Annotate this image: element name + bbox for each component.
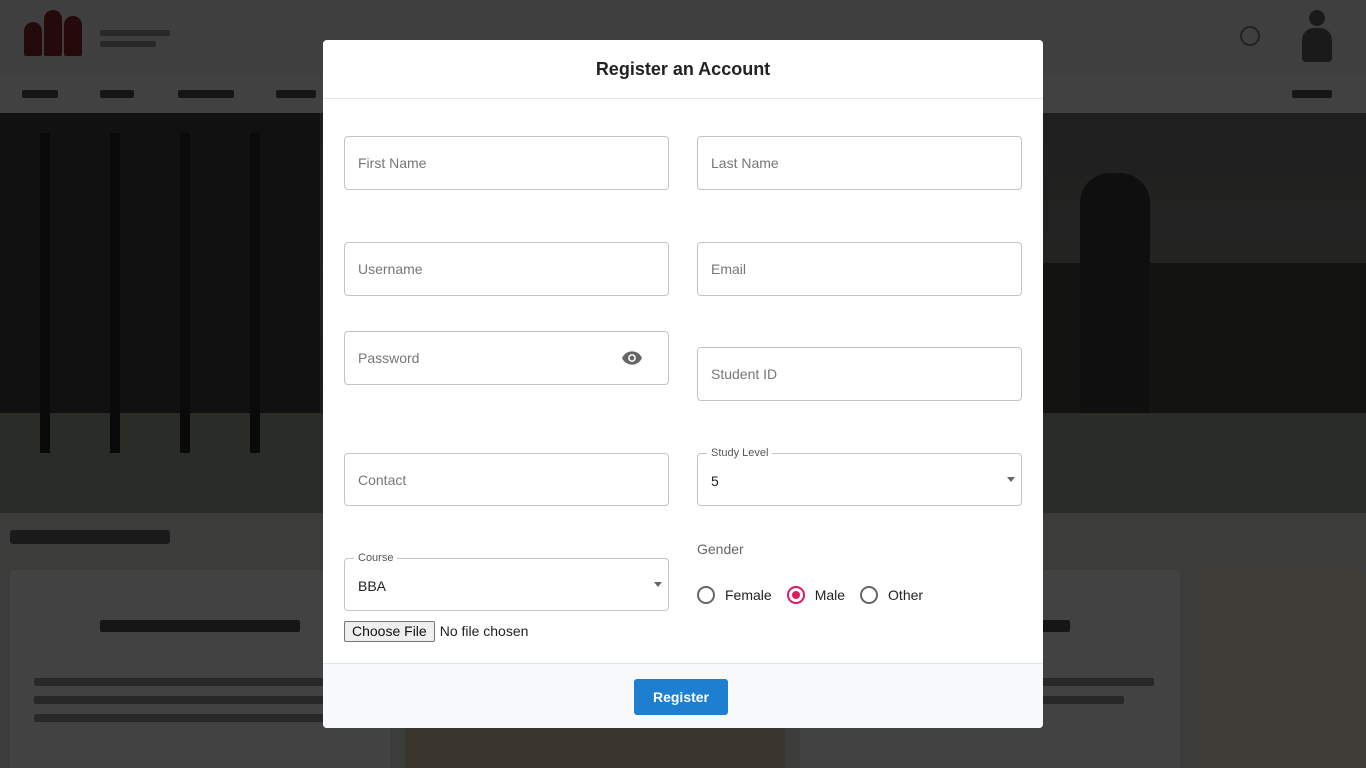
student-id-input[interactable] — [698, 348, 1021, 400]
chevron-down-icon — [654, 582, 662, 587]
choose-file-button[interactable]: Choose File — [344, 620, 435, 642]
radio-label: Male — [814, 587, 846, 603]
contact-field — [344, 453, 669, 506]
chevron-down-icon — [1007, 477, 1015, 482]
email-input[interactable] — [698, 243, 1021, 295]
modal-title: Register an Account — [595, 58, 771, 79]
course-select[interactable]: Course BBA — [344, 552, 669, 611]
email-field — [697, 242, 1022, 296]
first-name-field — [344, 136, 669, 190]
username-field — [344, 242, 669, 296]
modal-footer: Register — [323, 663, 1043, 728]
radio-button[interactable] — [786, 586, 805, 604]
gender-radio-group: Female Male Other — [697, 585, 938, 605]
study-level-select[interactable]: Study Level 5 — [697, 447, 1022, 506]
modal-header: Register an Account — [323, 40, 1043, 99]
study-level-value: 5 — [711, 473, 719, 489]
file-status-text: No file chosen — [439, 623, 529, 639]
radio-button[interactable] — [860, 586, 879, 604]
gender-label: Gender — [697, 541, 744, 557]
radio-label: Other — [888, 587, 924, 603]
gender-option-male[interactable]: Male — [786, 586, 846, 604]
gender-option-female[interactable]: Female — [697, 586, 772, 604]
radio-label: Female — [725, 587, 772, 603]
course-label: Course — [354, 552, 398, 565]
contact-input[interactable] — [345, 454, 668, 505]
last-name-field — [697, 136, 1022, 190]
eye-icon[interactable] — [622, 351, 642, 365]
password-input[interactable] — [345, 332, 668, 384]
first-name-input[interactable] — [345, 137, 668, 189]
password-field — [344, 331, 669, 385]
radio-button[interactable] — [697, 586, 715, 604]
student-id-field — [697, 347, 1022, 401]
file-upload: Choose File No file chosen — [344, 620, 528, 642]
register-button[interactable]: Register — [634, 679, 728, 715]
last-name-input[interactable] — [698, 137, 1021, 189]
course-value: BBA — [358, 578, 387, 594]
gender-option-other[interactable]: Other — [860, 586, 923, 604]
register-modal: Register an Account Study Level 5 Course… — [323, 40, 1043, 728]
study-level-label: Study Level — [707, 447, 773, 460]
username-input[interactable] — [345, 243, 668, 295]
